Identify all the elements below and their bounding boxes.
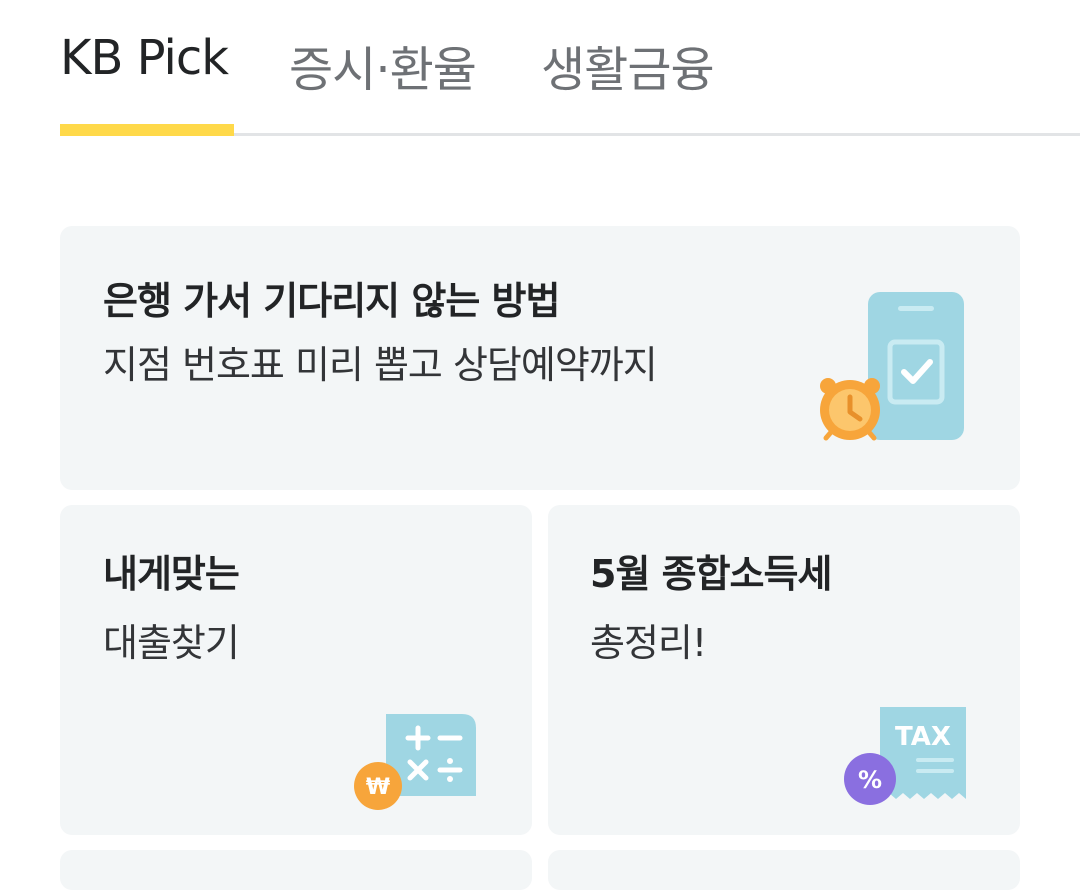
tab-kb-pick[interactable]: KB Pick: [60, 30, 229, 86]
loan-finder-card[interactable]: 내게맞는 대출찾기 ₩: [60, 505, 532, 835]
card-title: 5월 종합소득세: [590, 552, 832, 596]
tax-receipt-percent-icon: TAX %: [844, 707, 966, 805]
tab-stock-exchange[interactable]: 증시·환율: [289, 30, 477, 100]
income-tax-card[interactable]: 5월 종합소득세 총정리! TAX %: [548, 505, 1020, 835]
svg-text:₩: ₩: [366, 775, 390, 800]
next-card-left[interactable]: [60, 850, 532, 890]
card-title: 내게맞는: [103, 552, 240, 596]
card-subtitle: 지점 번호표 미리 뽑고 상담예약까지: [103, 343, 658, 387]
tab-bar: KB Pick 증시·환율 생활금융: [0, 0, 1080, 136]
card-title: 은행 가서 기다리지 않는 방법: [103, 279, 560, 323]
tab-life-finance[interactable]: 생활금융: [541, 30, 715, 100]
next-card-right[interactable]: [548, 850, 1020, 890]
svg-text:%: %: [858, 766, 882, 794]
svg-text:TAX: TAX: [895, 722, 951, 752]
phone-alarm-clock-icon: [820, 292, 964, 441]
card-subtitle: 대출찾기: [103, 621, 240, 665]
card-subtitle: 총정리!: [590, 621, 707, 665]
active-tab-indicator: [60, 124, 234, 136]
bank-wait-card[interactable]: 은행 가서 기다리지 않는 방법 지점 번호표 미리 뽑고 상담예약까지: [60, 226, 1020, 490]
calculator-won-icon: ₩: [354, 714, 476, 810]
